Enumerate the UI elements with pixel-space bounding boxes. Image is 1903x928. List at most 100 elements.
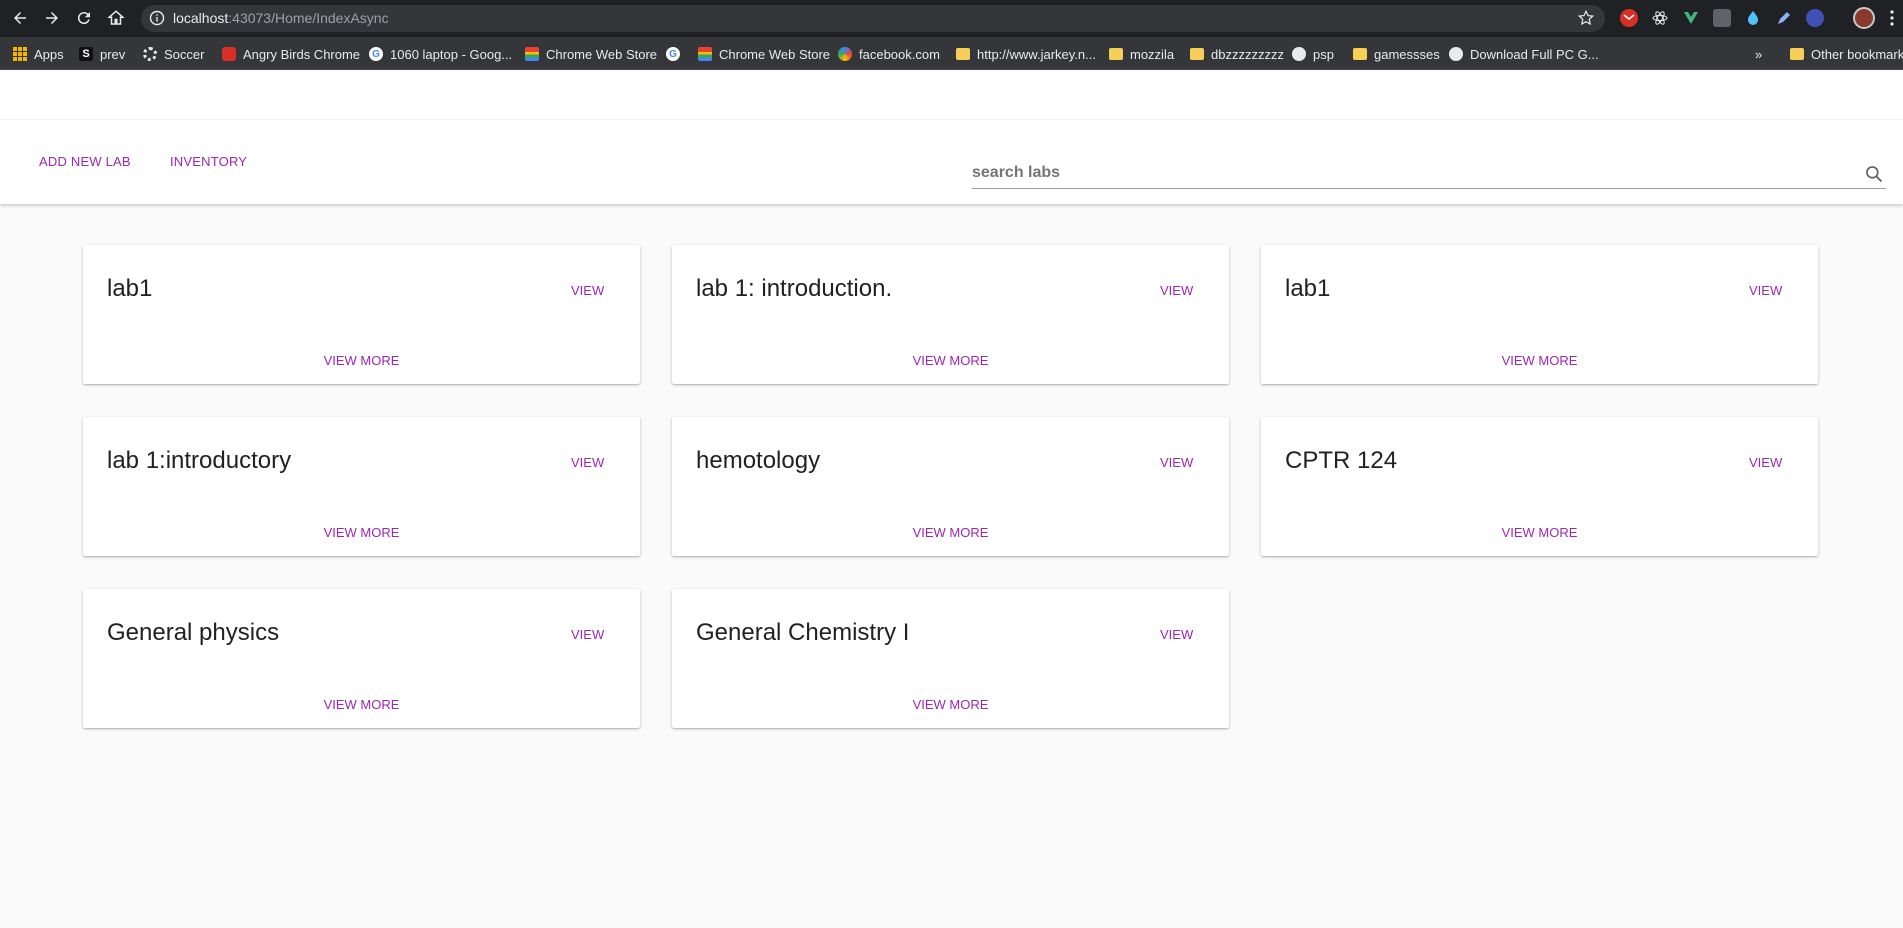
bookmark-label: facebook.com: [859, 46, 940, 62]
forward-button[interactable]: [40, 6, 64, 30]
extension-square-icon[interactable]: [1713, 9, 1731, 27]
lab-card: CPTR 124 VIEW VIEW MORE: [1261, 417, 1818, 556]
google-icon: G: [666, 47, 680, 61]
bookmark-psp[interactable]: psp: [1292, 44, 1334, 64]
lab-title: CPTR 124: [1285, 447, 1398, 474]
globe-icon: [1292, 47, 1306, 61]
bookmark-soccer[interactable]: Soccer: [143, 44, 204, 64]
view-more-button[interactable]: VIEW MORE: [83, 525, 640, 540]
lab-card: lab 1: introduction. VIEW VIEW MORE: [672, 245, 1229, 384]
vue-devtools-icon[interactable]: [1682, 9, 1700, 27]
view-more-button[interactable]: VIEW MORE: [83, 353, 640, 368]
bookmark-apps[interactable]: Apps: [13, 44, 64, 64]
google-icon: G: [369, 47, 383, 61]
site-icon: [838, 47, 852, 61]
gmail-extension-icon[interactable]: [1620, 9, 1638, 27]
profile-avatar[interactable]: [1853, 7, 1875, 29]
url-host: localhost: [173, 10, 229, 26]
view-button[interactable]: VIEW: [1160, 627, 1193, 642]
lab-card: lab 1:introductory VIEW VIEW MORE: [83, 417, 640, 556]
folder-icon: [1790, 48, 1804, 60]
view-more-button[interactable]: VIEW MORE: [1261, 525, 1818, 540]
view-more-button[interactable]: VIEW MORE: [672, 353, 1229, 368]
bookmark-angry-birds[interactable]: Angry Birds Chrome: [222, 44, 360, 64]
pen-extension-icon[interactable]: [1775, 9, 1793, 27]
more-vert-icon[interactable]: [1889, 10, 1895, 26]
info-icon[interactable]: [149, 10, 165, 26]
react-devtools-icon[interactable]: [1651, 9, 1669, 27]
lab-card: lab1 VIEW VIEW MORE: [1261, 245, 1818, 384]
home-button[interactable]: [104, 6, 128, 30]
bookmark-label: gamessses: [1374, 46, 1440, 62]
bookmark-chrome-web-store[interactable]: Chrome Web Store: [525, 44, 657, 64]
arrow-right-icon: [46, 12, 58, 24]
bookmark-google[interactable]: G: [666, 44, 687, 64]
s-icon: S: [79, 47, 93, 61]
bookmark-download-pc[interactable]: Download Full PC G...: [1449, 44, 1599, 64]
bookmark-1060-laptop[interactable]: G 1060 laptop - Goog...: [369, 44, 512, 64]
bookmarks-bar: Apps Sprev Soccer Angry Birds Chrome G 10…: [0, 37, 1903, 70]
reload-button[interactable]: [72, 6, 96, 30]
view-button[interactable]: VIEW: [571, 455, 604, 470]
folder-icon: [1353, 48, 1367, 60]
other-bookmarks[interactable]: Other bookmarks: [1790, 44, 1903, 64]
view-button[interactable]: VIEW: [1749, 455, 1782, 470]
web-store-icon: [525, 47, 539, 61]
url-text: localhost:43073/Home/IndexAsync: [173, 10, 389, 26]
view-button[interactable]: VIEW: [571, 627, 604, 642]
web-store-icon: [698, 47, 712, 61]
bookmark-label: prev: [100, 46, 126, 62]
view-more-button[interactable]: VIEW MORE: [672, 525, 1229, 540]
view-button[interactable]: VIEW: [571, 283, 604, 298]
droplet-extension-icon[interactable]: [1744, 9, 1762, 27]
search-field: [972, 158, 1886, 189]
view-more-button[interactable]: VIEW MORE: [672, 697, 1229, 712]
bookmark-label: dbzzzzzzzzz: [1211, 46, 1284, 62]
bookmark-jarkey[interactable]: http://www.jarkey.n...: [956, 44, 1096, 64]
search-input[interactable]: [972, 158, 1852, 188]
bookmark-label: Download Full PC G...: [1470, 46, 1599, 62]
bookmark-label: psp: [1313, 46, 1334, 62]
bookmark-dbz[interactable]: dbzzzzzzzzz: [1190, 44, 1284, 64]
view-more-button[interactable]: VIEW MORE: [83, 697, 640, 712]
url-path: :43073/Home/IndexAsync: [228, 10, 389, 26]
lab-title: hemotology: [696, 447, 821, 474]
bookmark-label: Angry Birds Chrome: [243, 46, 361, 62]
bookmark-label: Chrome Web Store: [546, 46, 658, 62]
double-chevron-icon: »: [1755, 46, 1763, 62]
view-more-button[interactable]: VIEW MORE: [1261, 353, 1818, 368]
bookmark-label: Soccer: [164, 46, 205, 62]
back-button[interactable]: [8, 6, 32, 30]
address-bar[interactable]: localhost:43073/Home/IndexAsync: [141, 5, 1605, 32]
bookmark-label: 1060 laptop - Goog...: [390, 46, 513, 62]
bookmark-label: Apps: [34, 46, 64, 62]
view-button[interactable]: VIEW: [1749, 283, 1782, 298]
lab-card: General physics VIEW VIEW MORE: [83, 589, 640, 728]
globe-icon: [1449, 47, 1463, 61]
bookmarks-overflow-button[interactable]: »: [1755, 44, 1762, 64]
apps-grid-icon: [13, 47, 27, 61]
search-icon[interactable]: [1864, 164, 1884, 184]
view-button[interactable]: VIEW: [1160, 455, 1193, 470]
bookmark-mozzila[interactable]: mozzila: [1109, 44, 1174, 64]
lab-title: General Chemistry I: [696, 619, 910, 646]
bookmark-label: Chrome Web Store: [719, 46, 831, 62]
bookmark-star-icon[interactable]: [1577, 9, 1595, 27]
add-new-lab-link[interactable]: ADD NEW LAB: [39, 154, 131, 169]
home-icon: [107, 10, 125, 25]
lab-card: General Chemistry I VIEW VIEW MORE: [672, 589, 1229, 728]
bookmark-gamessses[interactable]: gamessses: [1353, 44, 1440, 64]
lab-card: hemotology VIEW VIEW MORE: [672, 417, 1229, 556]
view-button[interactable]: VIEW: [1160, 283, 1193, 298]
bookmark-prev[interactable]: Sprev: [79, 44, 125, 64]
bookmark-chrome-web-store-2[interactable]: Chrome Web Store: [698, 44, 830, 64]
bookmark-label: http://www.jarkey.n...: [977, 46, 1096, 62]
inventory-link[interactable]: INVENTORY: [170, 154, 247, 169]
bookmark-label: Other bookmarks: [1811, 46, 1903, 62]
circle-extension-icon[interactable]: [1806, 9, 1824, 27]
folder-icon: [1109, 48, 1123, 60]
folder-icon: [1190, 48, 1204, 60]
browser-toolbar: localhost:43073/Home/IndexAsync: [0, 0, 1903, 37]
bookmark-facebook[interactable]: facebook.com: [838, 44, 940, 64]
lab-title: lab 1:introductory: [107, 447, 292, 474]
